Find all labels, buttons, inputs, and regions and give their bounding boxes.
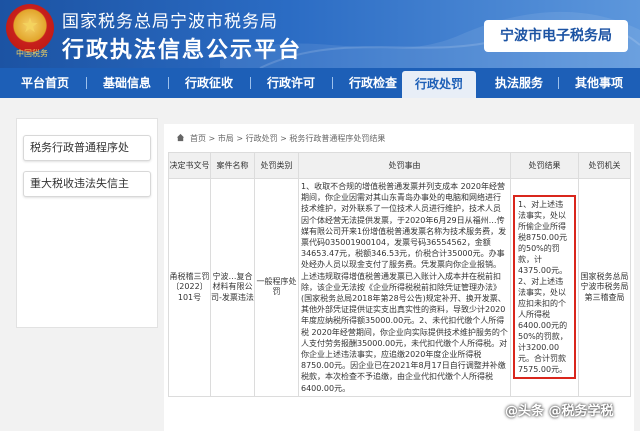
breadcrumb-text[interactable]: 首页 > 市局 > 行政处罚 > 税务行政普通程序处罚结果	[190, 133, 385, 144]
main-nav: 平台首页 基础信息 行政征收 行政许可 行政检查 行政处罚 执法服务 其他事项	[0, 68, 640, 98]
nav-item-basic-info[interactable]: 基础信息	[90, 68, 164, 98]
sidebar-item-major-violations[interactable]: 重大税收违法失信主	[23, 171, 151, 197]
header-authority: 处罚机关	[578, 152, 631, 179]
cell-case-name: 宁波…复合材料有限公司-发票违法	[210, 178, 255, 397]
header-category: 处罚类别	[254, 152, 299, 179]
cell-category: 一般程序处罚	[254, 178, 299, 397]
penalty-table: 决定书文号 案件名称 处罚类别 处罚事由 处罚结果 处罚机关 甬税稽三罚〔202…	[168, 152, 631, 397]
home-icon[interactable]	[176, 133, 185, 142]
nav-divider	[558, 77, 559, 89]
nav-item-collection[interactable]: 行政征收	[172, 68, 246, 98]
cell-result: 1、对上述违法事实，处以所偷企业所得税8750.00元的50%的罚款，计4375…	[510, 178, 579, 397]
nav-item-inspection[interactable]: 行政检查	[336, 68, 410, 98]
site-title: 国家税务总局宁波市税务局	[62, 12, 278, 32]
sidebar-item-general-procedure[interactable]: 税务行政普通程序处	[23, 135, 151, 161]
cell-reason: 1、收取不合规的增值税普通发票并列支成本 2020年经营期间，你企业因需对其山东…	[298, 178, 511, 397]
nav-divider	[86, 77, 87, 89]
cell-authority: 国家税务总局宁波市税务局第三稽查局	[578, 178, 631, 397]
site-subtitle: 行政执法信息公示平台	[62, 38, 303, 63]
header-doc-no: 决定书文号	[168, 152, 211, 179]
nav-divider	[332, 77, 333, 89]
nav-divider	[250, 77, 251, 89]
tax-emblem-icon: ★	[6, 4, 54, 52]
watermark: @头条 @税务学税	[505, 404, 614, 419]
etax-button[interactable]: 宁波市电子税务局	[484, 20, 628, 52]
nav-item-penalty[interactable]: 行政处罚	[402, 71, 476, 98]
site-header: ★ 中国税务 国家税务总局宁波市税务局 行政执法信息公示平台 宁波市电子税务局	[0, 0, 640, 68]
emblem-label: 中国税务	[16, 49, 48, 58]
sidebar: 税务行政普通程序处 重大税收违法失信主	[16, 118, 158, 328]
nav-item-home[interactable]: 平台首页	[8, 68, 82, 98]
cell-doc-no: 甬税稽三罚〔2022〕101号	[168, 178, 211, 397]
header-case-name: 案件名称	[210, 152, 255, 179]
result-highlight: 1、对上述违法事实，处以所偷企业所得税8750.00元的50%的罚款，计4375…	[513, 195, 576, 380]
nav-divider	[168, 77, 169, 89]
main-content: 首页 > 市局 > 行政处罚 > 税务行政普通程序处罚结果 决定书文号 案件名称…	[164, 124, 634, 431]
nav-item-license[interactable]: 行政许可	[254, 68, 328, 98]
header-reason: 处罚事由	[298, 152, 511, 179]
nav-item-services[interactable]: 执法服务	[484, 68, 554, 98]
nav-item-other[interactable]: 其他事项	[564, 68, 634, 98]
table-header-row: 决定书文号 案件名称 处罚类别 处罚事由 处罚结果 处罚机关	[168, 152, 631, 179]
table-row: 甬税稽三罚〔2022〕101号 宁波…复合材料有限公司-发票违法 一般程序处罚 …	[168, 178, 631, 397]
header-result: 处罚结果	[510, 152, 579, 179]
